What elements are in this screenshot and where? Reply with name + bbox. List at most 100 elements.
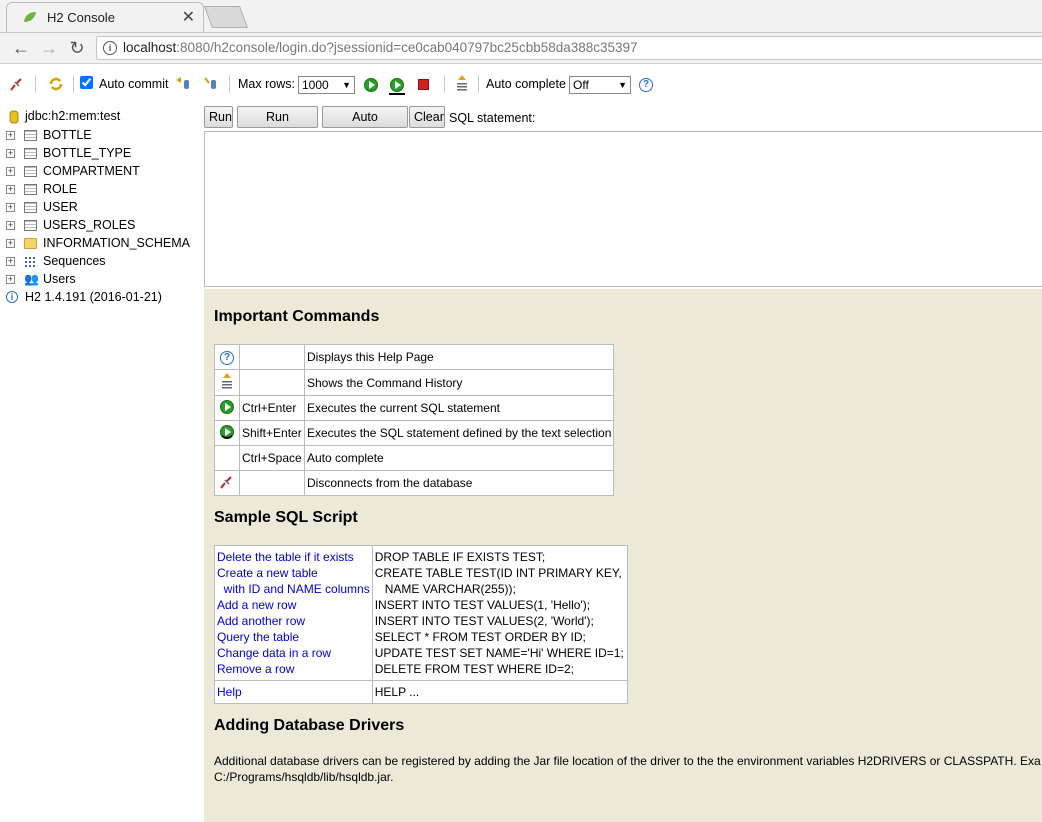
info-icon: i xyxy=(6,291,18,303)
tree-item-users[interactable]: + 👥 Users xyxy=(0,271,200,289)
clear-button[interactable]: Clear xyxy=(409,106,445,128)
run-selected-button[interactable]: Run Selected xyxy=(237,106,318,144)
important-commands-heading: Important Commands xyxy=(214,308,380,325)
rollback-icon[interactable] xyxy=(174,75,192,91)
table-icon xyxy=(24,130,37,141)
sample-link[interactable]: with ID and NAME columns xyxy=(217,581,370,597)
tree-item-role[interactable]: + ROLE xyxy=(0,181,200,199)
sql-statement-label: SQL statement: xyxy=(449,111,536,125)
auto-complete-select[interactable]: Off ▼ xyxy=(569,76,631,94)
run-icon[interactable] xyxy=(220,399,234,414)
sample-code: INSERT INTO TEST VALUES(2, 'World'); xyxy=(374,614,594,628)
browser-tab[interactable]: H2 Console ✕ xyxy=(6,2,204,32)
tree-item-bottle-type[interactable]: + BOTTLE_TYPE xyxy=(0,145,200,163)
help-panel: Important Commands ? Displays this Help … xyxy=(204,289,1042,822)
tree-item-users-roles[interactable]: + USERS_ROLES xyxy=(0,217,200,235)
database-icon xyxy=(9,110,19,124)
auto-commit-label: Auto commit xyxy=(99,77,169,91)
tab-title: H2 Console xyxy=(47,10,115,25)
version-label: H2 1.4.191 (2016-01-21) xyxy=(25,290,162,304)
sample-link[interactable]: Remove a row xyxy=(217,661,370,677)
disconnect-icon[interactable] xyxy=(219,474,235,490)
reload-icon[interactable]: ↻ xyxy=(66,37,88,59)
table-row: Disconnects from the database xyxy=(214,470,615,496)
help-icon[interactable]: ? xyxy=(639,78,653,92)
run-selected-icon[interactable] xyxy=(220,424,234,439)
new-tab-button[interactable] xyxy=(203,6,249,28)
tree-item-user[interactable]: + USER xyxy=(0,199,200,217)
tree-item-sequences[interactable]: + Sequences xyxy=(0,253,200,271)
max-rows-label: Max rows: xyxy=(238,77,295,91)
run-selected-icon[interactable] xyxy=(390,78,404,92)
address-bar[interactable]: i localhost:8080/h2console/login.do?jses… xyxy=(96,36,1042,60)
sample-link[interactable]: Add another row xyxy=(217,613,370,629)
help-link[interactable]: Help xyxy=(217,684,370,700)
address-url: localhost:8080/h2console/login.do?jsessi… xyxy=(123,40,638,55)
sample-sql-heading: Sample SQL Script xyxy=(214,509,358,526)
auto-commit-checkbox[interactable] xyxy=(80,76,93,89)
table-icon xyxy=(24,184,37,195)
table-icon xyxy=(24,166,37,177)
history-icon[interactable] xyxy=(455,74,469,92)
expand-icon: + xyxy=(6,256,15,266)
commands-table: ? Displays this Help Page Shows the Comm… xyxy=(214,344,615,496)
table-icon xyxy=(24,220,37,231)
sample-link[interactable]: Add a new row xyxy=(217,597,370,613)
commit-icon[interactable] xyxy=(203,75,219,91)
sample-code: UPDATE TEST SET NAME='Hi' WHERE ID=1; xyxy=(374,646,624,660)
forward-arrow-icon[interactable]: → xyxy=(38,37,60,59)
sample-code: DELETE FROM TEST WHERE ID=2; xyxy=(374,662,574,676)
table-row: Shows the Command History xyxy=(214,369,615,396)
tab-close-icon[interactable]: ✕ xyxy=(182,7,195,27)
tree-connection[interactable]: jdbc:h2:mem:test xyxy=(0,108,200,126)
run-selected-underline xyxy=(389,93,405,95)
users-icon: 👥 xyxy=(24,272,39,286)
sample-link[interactable]: Change data in a row xyxy=(217,645,370,661)
refresh-icon[interactable] xyxy=(48,76,64,92)
chevron-down-icon: ▼ xyxy=(618,80,627,90)
folder-icon xyxy=(24,238,37,249)
sample-link[interactable]: Query the table xyxy=(217,629,370,645)
sequence-icon xyxy=(24,256,37,267)
sample-link[interactable]: Create a new table xyxy=(217,565,370,581)
disconnect-icon[interactable] xyxy=(9,76,25,92)
expand-icon: + xyxy=(6,148,15,158)
drivers-text-line: C:/Programs/hsqldb/lib/hsqldb.jar. xyxy=(214,770,394,784)
auto-complete-label: Auto complete xyxy=(486,77,566,91)
table-row: Shift+Enter Executes the SQL statement d… xyxy=(214,420,615,446)
expand-icon: + xyxy=(6,220,15,230)
sample-code: INSERT INTO TEST VALUES(1, 'Hello'); xyxy=(374,598,591,612)
run-button[interactable]: Run xyxy=(204,106,233,128)
run-icon[interactable] xyxy=(364,78,378,92)
stop-icon[interactable] xyxy=(418,79,429,90)
help-code: HELP ... xyxy=(374,685,420,699)
drivers-text-line: Additional database drivers can be regis… xyxy=(214,754,1041,768)
auto-complete-button[interactable]: Auto complete xyxy=(322,106,408,144)
expand-icon: + xyxy=(6,166,15,176)
sample-code: SELECT * FROM TEST ORDER BY ID; xyxy=(374,630,586,644)
tree-item-compartment[interactable]: + COMPARTMENT xyxy=(0,163,200,181)
site-info-icon[interactable]: i xyxy=(103,41,117,55)
back-arrow-icon[interactable]: ← xyxy=(10,37,32,59)
tree-item-bottle[interactable]: + BOTTLE xyxy=(0,127,200,145)
expand-icon: + xyxy=(6,238,15,248)
tree-item-information-schema[interactable]: + INFORMATION_SCHEMA xyxy=(0,235,200,253)
sql-statement-textarea[interactable] xyxy=(204,131,1042,287)
drivers-heading: Adding Database Drivers xyxy=(214,717,405,734)
history-icon[interactable] xyxy=(220,372,234,390)
table-row: Help HELP ... xyxy=(214,680,628,704)
expand-icon: + xyxy=(6,274,15,284)
sample-code: CREATE TABLE TEST(ID INT PRIMARY KEY, xyxy=(374,566,622,580)
table-icon xyxy=(24,202,37,213)
sample-link[interactable]: Delete the table if it exists xyxy=(217,549,370,565)
connection-label: jdbc:h2:mem:test xyxy=(25,109,121,123)
table-row: Ctrl+Space Auto complete xyxy=(214,445,615,471)
sample-sql-table: Delete the table if it exists Create a n… xyxy=(214,545,628,704)
help-icon[interactable]: ? xyxy=(220,351,234,365)
browser-tab-bar: H2 Console ✕ xyxy=(0,0,1042,33)
table-row: ? Displays this Help Page xyxy=(214,344,615,370)
browser-navigation-bar: ← → ↻ i localhost:8080/h2console/login.d… xyxy=(0,33,1042,64)
table-row: Ctrl+Enter Executes the current SQL stat… xyxy=(214,395,615,421)
max-rows-select[interactable]: 1000 ▼ xyxy=(298,76,355,94)
expand-icon: + xyxy=(6,130,15,140)
